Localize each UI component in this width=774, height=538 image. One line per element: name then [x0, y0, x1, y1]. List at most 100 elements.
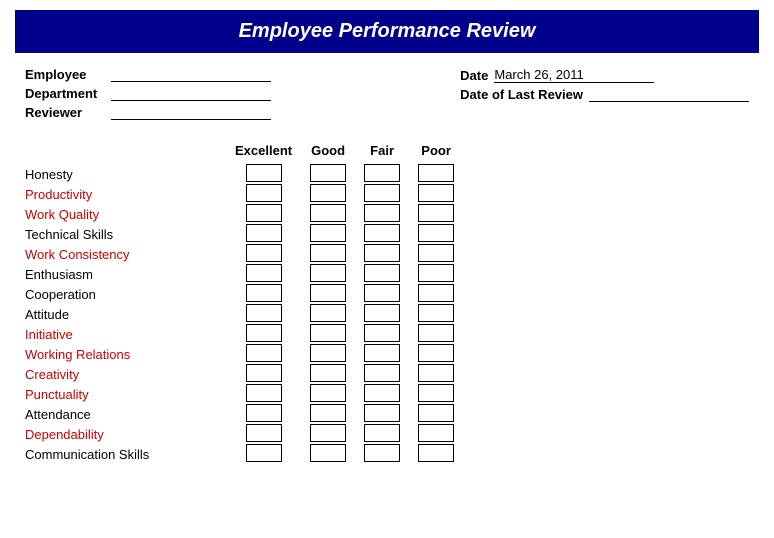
criteria-item-work-quality: Work Quality	[25, 204, 225, 224]
rating-checkbox-enthusiasm-excellent[interactable]	[246, 264, 282, 282]
rating-checkbox-technical-skills-excellent[interactable]	[246, 224, 282, 242]
rating-checkbox-work-quality-fair[interactable]	[364, 204, 400, 222]
rating-checkbox-dependability-excellent[interactable]	[246, 424, 282, 442]
department-input-line[interactable]	[111, 87, 271, 101]
criteria-item-attitude: Attitude	[25, 304, 225, 324]
rating-checkbox-creativity-good[interactable]	[310, 364, 346, 382]
rating-checkbox-dependability-good[interactable]	[310, 424, 346, 442]
criteria-header-spacer	[25, 136, 225, 164]
rating-checkbox-working-relations-poor[interactable]	[418, 344, 454, 362]
rating-checkbox-communication-skills-excellent[interactable]	[246, 444, 282, 462]
rating-col-header-excellent: Excellent	[235, 136, 292, 164]
criteria-item-punctuality: Punctuality	[25, 384, 225, 404]
rating-checkbox-enthusiasm-fair[interactable]	[364, 264, 400, 282]
rating-checkbox-initiative-good[interactable]	[310, 324, 346, 342]
rating-checkbox-enthusiasm-good[interactable]	[310, 264, 346, 282]
right-fields: Date March 26, 2011 Date of Last Review	[460, 67, 749, 120]
criteria-item-honesty: Honesty	[25, 164, 225, 184]
rating-checkbox-work-quality-good[interactable]	[310, 204, 346, 222]
rating-checkbox-technical-skills-good[interactable]	[310, 224, 346, 242]
rating-checkbox-honesty-fair[interactable]	[364, 164, 400, 182]
employee-input-line[interactable]	[111, 68, 271, 82]
reviewer-input-line[interactable]	[111, 106, 271, 120]
rating-checkbox-cooperation-excellent[interactable]	[246, 284, 282, 302]
rating-checkbox-technical-skills-fair[interactable]	[364, 224, 400, 242]
criteria-item-productivity: Productivity	[25, 184, 225, 204]
rating-checkbox-communication-skills-good[interactable]	[310, 444, 346, 462]
rating-checkbox-attitude-excellent[interactable]	[246, 304, 282, 322]
rating-checkbox-technical-skills-poor[interactable]	[418, 224, 454, 242]
rating-col-fair: Fair	[364, 136, 400, 464]
rating-col-excellent: Excellent	[235, 136, 292, 464]
criteria-item-cooperation: Cooperation	[25, 284, 225, 304]
rating-checkbox-punctuality-poor[interactable]	[418, 384, 454, 402]
rating-checkbox-honesty-good[interactable]	[310, 164, 346, 182]
rating-checkbox-dependability-poor[interactable]	[418, 424, 454, 442]
rating-checkbox-punctuality-excellent[interactable]	[246, 384, 282, 402]
criteria-column: HonestyProductivityWork QualityTechnical…	[25, 136, 225, 464]
rating-checkbox-creativity-fair[interactable]	[364, 364, 400, 382]
department-field-row: Department	[25, 86, 271, 101]
criteria-item-initiative: Initiative	[25, 324, 225, 344]
department-label: Department	[25, 86, 105, 101]
rating-checkbox-creativity-poor[interactable]	[418, 364, 454, 382]
rating-checkbox-working-relations-fair[interactable]	[364, 344, 400, 362]
rating-checkbox-initiative-excellent[interactable]	[246, 324, 282, 342]
rating-checkbox-attitude-poor[interactable]	[418, 304, 454, 322]
reviewer-label: Reviewer	[25, 105, 105, 120]
rating-checkbox-attitude-good[interactable]	[310, 304, 346, 322]
criteria-item-attendance: Attendance	[25, 404, 225, 424]
rating-checkbox-working-relations-excellent[interactable]	[246, 344, 282, 362]
rating-checkbox-productivity-excellent[interactable]	[246, 184, 282, 202]
rating-checkbox-attitude-fair[interactable]	[364, 304, 400, 322]
rating-checkbox-creativity-excellent[interactable]	[246, 364, 282, 382]
criteria-item-dependability: Dependability	[25, 424, 225, 444]
left-fields: Employee Department Reviewer	[25, 67, 271, 120]
rating-checkbox-working-relations-good[interactable]	[310, 344, 346, 362]
ratings-columns: ExcellentGoodFairPoor	[225, 136, 749, 464]
criteria-item-working-relations: Working Relations	[25, 344, 225, 364]
rating-col-header-fair: Fair	[370, 136, 394, 164]
rating-checkbox-communication-skills-fair[interactable]	[364, 444, 400, 462]
rating-checkbox-productivity-poor[interactable]	[418, 184, 454, 202]
rating-checkbox-work-consistency-excellent[interactable]	[246, 244, 282, 262]
date-last-review-label: Date of Last Review	[460, 87, 583, 102]
rating-checkbox-punctuality-good[interactable]	[310, 384, 346, 402]
date-field-row: Date March 26, 2011	[460, 67, 654, 83]
rating-checkbox-attendance-fair[interactable]	[364, 404, 400, 422]
page-title: Employee Performance Review	[239, 20, 536, 42]
criteria-item-technical-skills: Technical Skills	[25, 224, 225, 244]
rating-checkbox-initiative-poor[interactable]	[418, 324, 454, 342]
date-last-review-input-line[interactable]	[589, 88, 749, 102]
page-header: Employee Performance Review	[15, 10, 759, 53]
date-label: Date	[460, 68, 488, 83]
rating-checkbox-enthusiasm-poor[interactable]	[418, 264, 454, 282]
criteria-item-enthusiasm: Enthusiasm	[25, 264, 225, 284]
rating-checkbox-work-consistency-fair[interactable]	[364, 244, 400, 262]
rating-checkbox-attendance-good[interactable]	[310, 404, 346, 422]
ratings-section: HonestyProductivityWork QualityTechnical…	[15, 136, 759, 464]
rating-checkbox-cooperation-fair[interactable]	[364, 284, 400, 302]
date-value: March 26, 2011	[494, 67, 654, 83]
top-fields-section: Employee Department Reviewer Date March …	[15, 67, 759, 120]
rating-checkbox-cooperation-good[interactable]	[310, 284, 346, 302]
rating-checkbox-productivity-good[interactable]	[310, 184, 346, 202]
criteria-item-communication-skills: Communication Skills	[25, 444, 225, 464]
rating-checkbox-work-quality-poor[interactable]	[418, 204, 454, 222]
employee-field-row: Employee	[25, 67, 271, 82]
rating-checkbox-initiative-fair[interactable]	[364, 324, 400, 342]
rating-checkbox-attendance-excellent[interactable]	[246, 404, 282, 422]
rating-checkbox-dependability-fair[interactable]	[364, 424, 400, 442]
rating-checkbox-attendance-poor[interactable]	[418, 404, 454, 422]
rating-checkbox-honesty-poor[interactable]	[418, 164, 454, 182]
rating-checkbox-work-consistency-poor[interactable]	[418, 244, 454, 262]
criteria-item-creativity: Creativity	[25, 364, 225, 384]
rating-checkbox-cooperation-poor[interactable]	[418, 284, 454, 302]
rating-checkbox-productivity-fair[interactable]	[364, 184, 400, 202]
reviewer-field-row: Reviewer	[25, 105, 271, 120]
rating-checkbox-communication-skills-poor[interactable]	[418, 444, 454, 462]
rating-checkbox-honesty-excellent[interactable]	[246, 164, 282, 182]
rating-checkbox-punctuality-fair[interactable]	[364, 384, 400, 402]
rating-checkbox-work-consistency-good[interactable]	[310, 244, 346, 262]
rating-checkbox-work-quality-excellent[interactable]	[246, 204, 282, 222]
